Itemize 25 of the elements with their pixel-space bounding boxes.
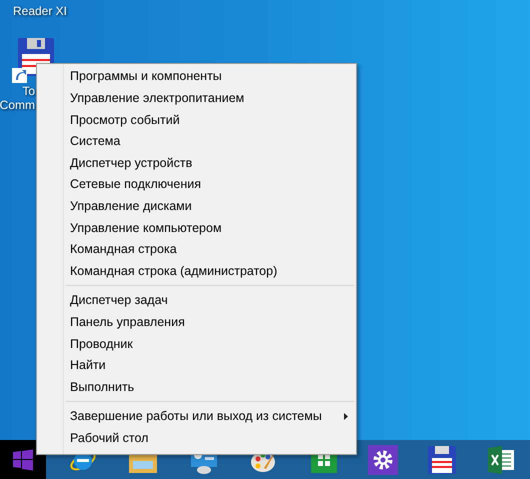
menu-item[interactable]: Система <box>37 130 356 152</box>
menu-item[interactable]: Управление дисками <box>37 196 356 218</box>
menu-item[interactable]: Управление электропитанием <box>37 88 356 110</box>
menu-item[interactable]: Программы и компоненты <box>37 66 356 88</box>
menu-item[interactable]: Командная строка (администратор) <box>37 260 356 282</box>
menu-item[interactable]: Управление компьютером <box>37 217 356 239</box>
settings-icon[interactable] <box>368 444 398 474</box>
start-button[interactable] <box>0 440 46 479</box>
menu-item[interactable]: Проводник <box>37 333 356 355</box>
menu-item[interactable]: Сетевые подключения <box>37 174 356 196</box>
menu-item[interactable]: Рабочий стол <box>37 428 356 450</box>
windows-logo-icon <box>11 448 35 472</box>
menu-item[interactable]: Найти <box>37 354 356 376</box>
menu-item[interactable]: Командная строка <box>37 238 356 260</box>
desktop-icon-label: To <box>22 84 36 98</box>
menu-item[interactable]: Завершение работы или выход из системы <box>37 406 356 428</box>
submenu-arrow-icon <box>344 412 348 420</box>
desktop-icon-label: Reader XI <box>12 4 68 18</box>
desktop-icon-label: Comm <box>0 98 36 112</box>
menu-item[interactable]: Выполнить <box>37 376 356 398</box>
menu-item[interactable]: Панель управления <box>37 312 356 334</box>
menu-item[interactable]: Диспетчер устройств <box>37 152 356 174</box>
menu-item[interactable]: Просмотр событий <box>37 109 356 131</box>
spreadsheet-icon[interactable] <box>486 444 516 474</box>
menu-item[interactable]: Диспетчер задач <box>37 290 356 312</box>
